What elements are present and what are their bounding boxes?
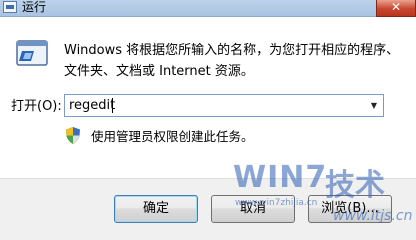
run-app-icon [3,1,17,13]
description-text: Windows 将根据您所输入的名称，为您打开相应的程序、文件夹、文档或 Int… [64,43,400,79]
title-bar: 运行 ✕ [0,0,416,17]
button-bar: 确定 取消 浏览(B)... [0,178,416,240]
window-title: 运行 [22,0,47,14]
browse-button[interactable]: 浏览(B)... [308,195,392,223]
open-label: 打开(O): [11,99,62,114]
chevron-down-icon[interactable]: ▼ [365,95,383,116]
uac-shield-icon [66,127,80,144]
close-icon: ✕ [390,0,402,14]
run-icon [16,40,48,66]
close-button[interactable]: ✕ [376,0,416,17]
text-caret [112,98,113,113]
ok-button[interactable]: 确定 [114,195,198,223]
cancel-button[interactable]: 取消 [211,195,295,223]
open-combobox[interactable]: regedit ▼ [64,94,384,117]
admin-note: 使用管理员权限创建此任务。 [91,129,254,144]
open-input[interactable]: regedit [69,96,115,115]
